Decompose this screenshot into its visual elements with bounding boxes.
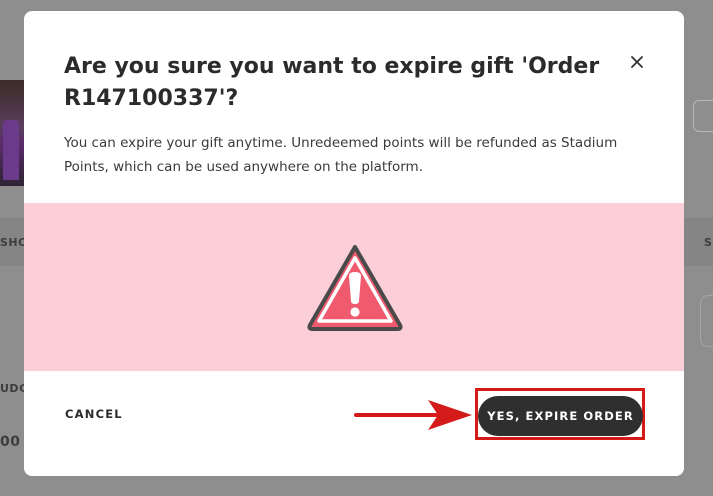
close-button[interactable]	[624, 49, 650, 75]
dialog-title: Are you sure you want to expire gift 'Or…	[64, 54, 600, 111]
product-thumbnail	[0, 80, 24, 186]
dialog-description: You can expire your gift anytime. Unrede…	[64, 135, 618, 175]
warning-panel	[24, 203, 684, 371]
warning-triangle-icon	[307, 245, 403, 331]
expire-gift-dialog: Are you sure you want to expire gift 'Or…	[24, 11, 684, 476]
field-value-fragment: 00	[0, 434, 21, 450]
expire-order-button[interactable]: YES, EXPIRE ORDER	[478, 396, 643, 436]
close-icon	[631, 56, 643, 68]
background-button	[693, 100, 713, 132]
cancel-button[interactable]: CANCEL	[65, 407, 123, 421]
background-card	[700, 295, 713, 347]
annotation-arrow-icon	[354, 400, 472, 430]
tab-label-fragment-right: S	[704, 236, 713, 249]
